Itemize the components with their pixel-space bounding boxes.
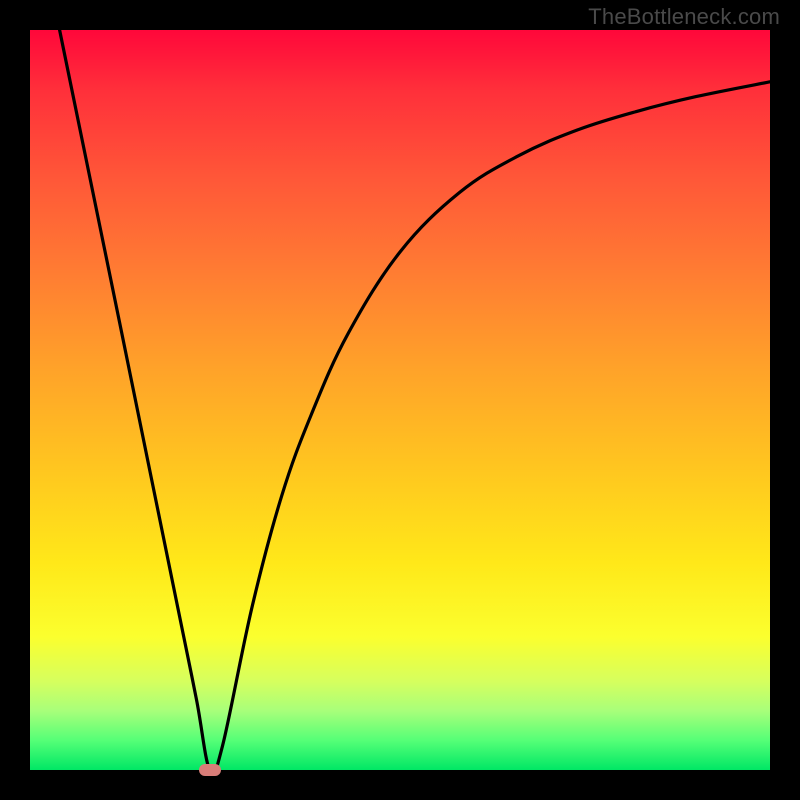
bottleneck-curve <box>60 30 770 774</box>
chart-frame: TheBottleneck.com <box>0 0 800 800</box>
watermark-text: TheBottleneck.com <box>588 4 780 30</box>
plot-area <box>30 30 770 770</box>
curve-svg <box>30 30 770 770</box>
